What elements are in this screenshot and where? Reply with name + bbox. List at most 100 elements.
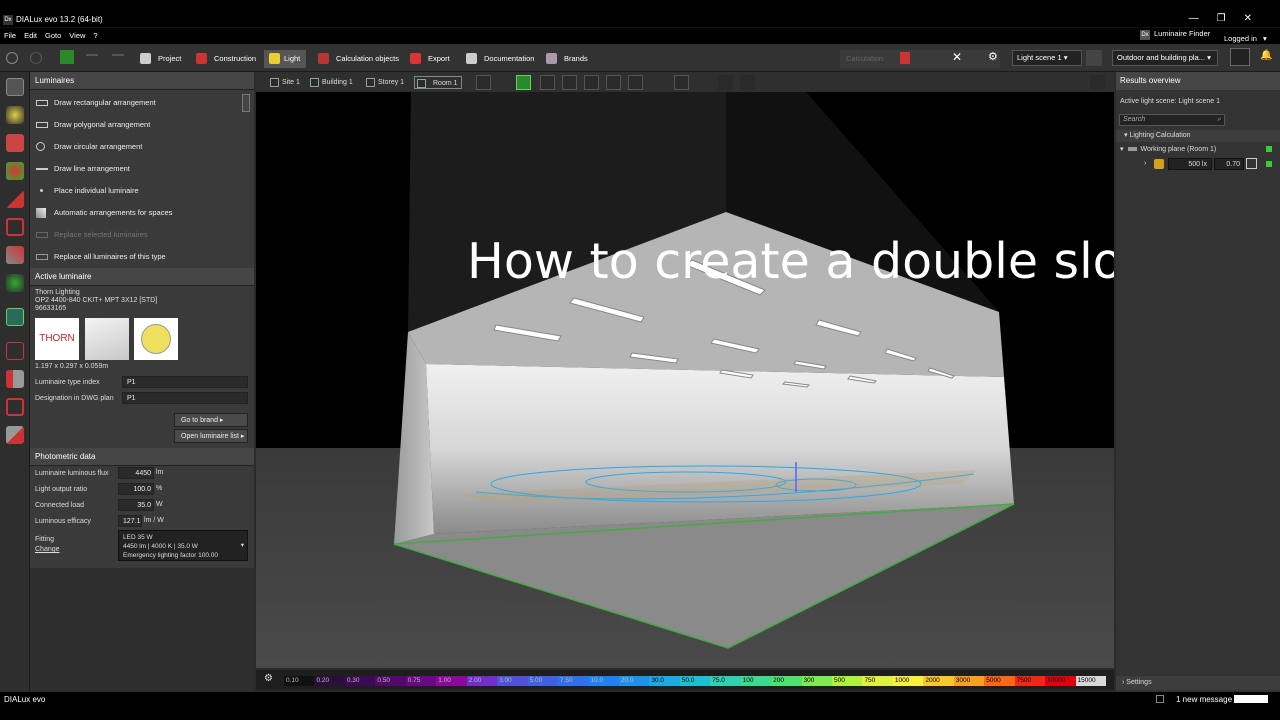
view-side-icon[interactable] xyxy=(584,75,599,90)
lor-label: Light output ratio xyxy=(35,486,88,493)
title-bar: Dx DIALux evo 13.2 (64-bit) —❐✕ xyxy=(0,0,1280,28)
breadcrumb-building[interactable]: Building 1 xyxy=(310,76,353,89)
luminaires-header: Luminaires xyxy=(30,72,254,90)
target-illuminance-field[interactable]: 500 lx xyxy=(1168,158,1212,170)
place-individual-item[interactable]: Place individual luminaire xyxy=(30,180,240,202)
lor-value[interactable]: 100.0 xyxy=(118,483,154,495)
change-link[interactable]: Change xyxy=(35,546,60,553)
tab-construction[interactable]: Construction xyxy=(196,50,256,68)
chart-icon[interactable] xyxy=(1246,158,1257,169)
room-tool-icon[interactable] xyxy=(6,218,24,236)
menu-goto[interactable]: Goto xyxy=(41,28,65,43)
replace-all-item[interactable]: Replace all luminaires of this type xyxy=(30,246,240,268)
designation-field[interactable]: P1 xyxy=(122,392,248,404)
room-icon xyxy=(417,79,426,88)
maximize-button[interactable]: ❐ xyxy=(1217,13,1244,24)
designation-label: Designation in DWG plan xyxy=(35,395,114,402)
scale-segment: 300 xyxy=(801,676,833,686)
draw-circular-item[interactable]: Draw circular arrangement xyxy=(30,136,240,158)
uniformity-field[interactable]: 0.70 xyxy=(1214,158,1244,170)
type-index-field[interactable]: P1 xyxy=(122,376,248,388)
scale-settings-icon[interactable]: ⚙ xyxy=(264,673,273,684)
results-search-input[interactable]: Search ⌕ xyxy=(1119,114,1225,126)
save-icon[interactable] xyxy=(60,50,74,64)
breadcrumb-storey[interactable]: Storey 1 xyxy=(366,76,404,89)
redo-icon[interactable] xyxy=(112,54,124,60)
efficacy-value[interactable]: 127.1 xyxy=(118,515,142,527)
replace-icon xyxy=(36,232,48,238)
bulb-tool-icon[interactable] xyxy=(6,106,24,124)
breadcrumb-site[interactable]: Site 1 xyxy=(270,76,300,89)
tab-export[interactable]: Export xyxy=(410,50,450,68)
luminaire-tool-icon[interactable] xyxy=(6,78,24,96)
flux-value[interactable]: 4450 xyxy=(118,467,154,479)
settings-gear-icon[interactable]: ⚙ xyxy=(988,50,998,63)
outdoor-building-select[interactable]: Outdoor and building pla... ▾ xyxy=(1112,50,1218,66)
3d-viewport[interactable]: How to create a double sloped ceiling xyxy=(256,92,1114,668)
view-front-icon[interactable] xyxy=(562,75,577,90)
replace-selected-item[interactable]: Replace selected luminaires xyxy=(30,224,240,246)
window-controls[interactable]: —❐✕ xyxy=(1189,13,1270,24)
selection-mode-icon[interactable] xyxy=(476,75,491,90)
frame-tool-icon[interactable] xyxy=(6,398,24,416)
room-render xyxy=(256,92,1114,668)
replace-all-icon xyxy=(36,254,48,260)
view-3d-icon[interactable] xyxy=(516,75,531,90)
monitor-icon[interactable] xyxy=(1090,75,1105,90)
tab-documentation[interactable]: Documentation xyxy=(466,50,534,68)
tab-calculation-objects[interactable]: Calculation objects xyxy=(318,50,399,68)
calc-objects-tool-icon[interactable] xyxy=(6,308,24,326)
leaf-tool-icon[interactable] xyxy=(6,274,24,292)
stairs-tool-icon[interactable] xyxy=(6,426,24,444)
load-value[interactable]: 35.0 xyxy=(118,499,154,511)
cancel-calc-icon[interactable]: ✕ xyxy=(952,50,962,64)
draw-rectangular-item[interactable]: Draw rectangular arrangement xyxy=(30,92,240,114)
magic-wand-icon xyxy=(36,208,46,218)
zoom-fit-icon[interactable] xyxy=(674,75,689,90)
tab-brands[interactable]: Brands xyxy=(546,50,588,68)
automatic-arrangements-item[interactable]: Automatic arrangements for spaces xyxy=(30,202,240,224)
back-icon[interactable] xyxy=(6,52,18,64)
text-tool-icon[interactable] xyxy=(6,342,24,360)
scale-segment: 20.0 xyxy=(618,676,650,686)
fitting-select[interactable]: LED 35 W 4450 lm | 4000 K | 35.0 W Emerg… xyxy=(118,530,248,561)
scroll-up-button[interactable] xyxy=(242,94,250,112)
menu-view[interactable]: View xyxy=(65,28,89,43)
view-back-icon[interactable] xyxy=(606,75,621,90)
measure-icon[interactable] xyxy=(718,75,733,90)
message-count[interactable]: 1 new message xyxy=(1176,695,1232,704)
emergency-tool-icon[interactable] xyxy=(6,134,24,152)
daylight-tool-icon[interactable] xyxy=(6,190,24,208)
open-luminaire-list-button[interactable]: Open luminaire list ▸ xyxy=(174,429,248,443)
view-plan-icon[interactable] xyxy=(540,75,555,90)
color-tool-icon[interactable] xyxy=(6,162,24,180)
calculation-button[interactable]: Calculation xyxy=(840,50,1000,68)
expand-arrow-icon[interactable]: › xyxy=(1144,160,1146,167)
settings-bar[interactable]: › Settings xyxy=(1116,676,1280,690)
view-other-icon[interactable] xyxy=(628,75,643,90)
forward-icon[interactable] xyxy=(30,52,42,64)
tab-project[interactable]: Project xyxy=(140,50,181,68)
light-scene-select[interactable]: Light scene 1 ▾ xyxy=(1012,50,1082,66)
automatic-arrangements-label: Automatic arrangements for spaces xyxy=(54,208,173,217)
menu-edit[interactable]: Edit xyxy=(20,28,41,43)
tab-light[interactable]: Light xyxy=(264,50,307,68)
wrench-tool-icon[interactable] xyxy=(6,246,24,264)
minimize-button[interactable]: — xyxy=(1189,13,1217,24)
draw-polygonal-item[interactable]: Draw polygonal arrangement xyxy=(30,114,240,136)
working-plane-item[interactable]: ▾ Working plane (Room 1) xyxy=(1120,145,1216,153)
menu-help[interactable]: ? xyxy=(89,28,101,43)
view-toggle-icon[interactable] xyxy=(1230,48,1250,66)
notification-bell-icon[interactable]: 🔔 xyxy=(1260,50,1272,61)
menu-file[interactable]: File xyxy=(0,28,20,43)
lighting-calculation-group[interactable]: ▾ Lighting Calculation xyxy=(1116,130,1280,142)
go-to-brand-button[interactable]: Go to brand ▸ xyxy=(174,413,248,427)
scene-options-icon[interactable] xyxy=(1086,50,1102,66)
luminaire-finder-button[interactable]: Dx Luminaire Finder xyxy=(1140,29,1210,40)
breadcrumb-room[interactable]: Room 1 xyxy=(414,76,462,89)
measure-tool-icon[interactable] xyxy=(6,370,24,388)
undo-icon[interactable] xyxy=(86,54,98,60)
close-button[interactable]: ✕ xyxy=(1244,13,1270,24)
draw-line-item[interactable]: Draw line arrangement xyxy=(30,158,240,180)
dimension-icon[interactable] xyxy=(740,75,755,90)
